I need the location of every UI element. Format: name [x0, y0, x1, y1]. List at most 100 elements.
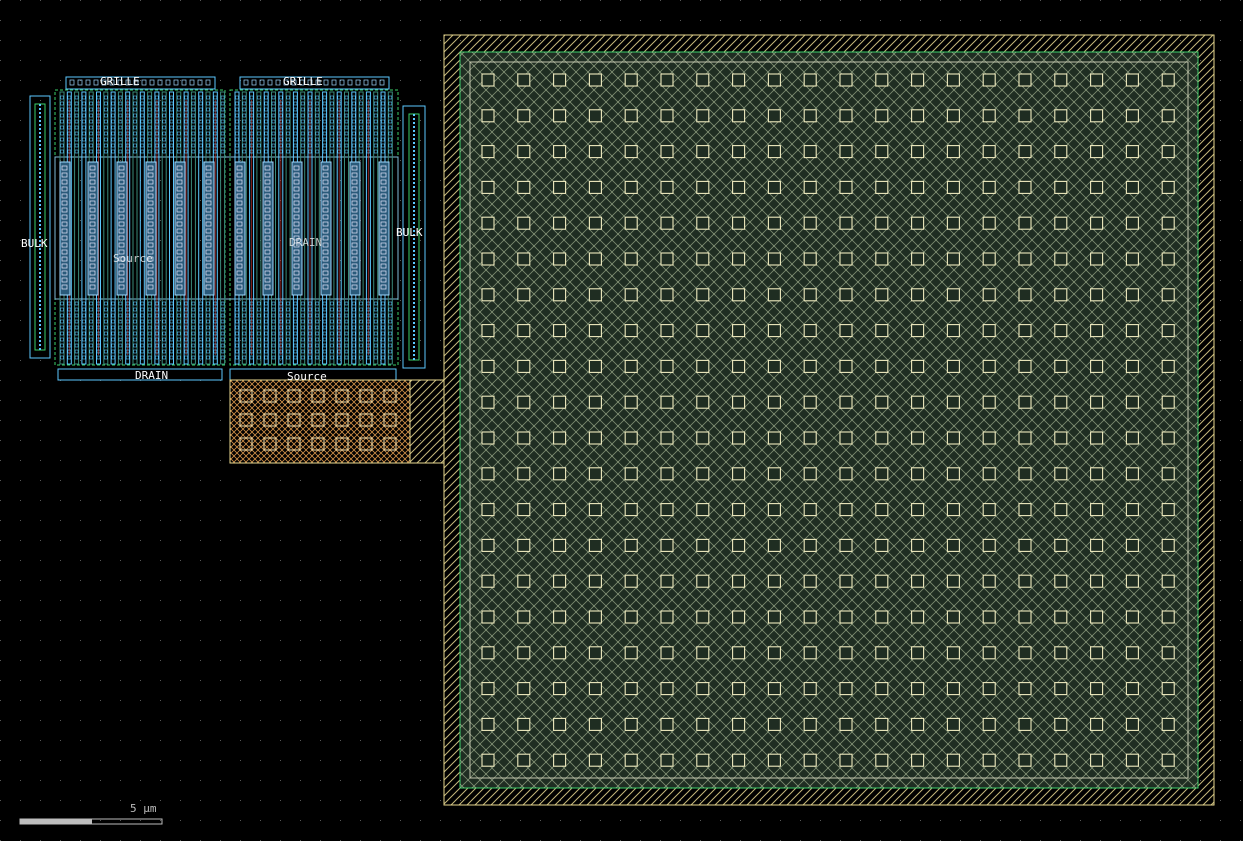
pad-via-icon: [1054, 109, 1068, 123]
pad-via-icon: [732, 646, 746, 660]
pad-via-icon: [839, 73, 853, 87]
pad-via-icon: [517, 538, 531, 552]
pad-via-icon: [875, 73, 889, 87]
pad-via-icon: [982, 324, 996, 338]
pad-via-icon: [696, 216, 710, 230]
pad-via-icon: [517, 646, 531, 660]
pad-via-icon: [481, 109, 495, 123]
pad-via-icon: [588, 216, 602, 230]
pad-via-icon: [1161, 610, 1175, 624]
pad-via-icon: [624, 395, 638, 409]
pad-via-icon: [517, 288, 531, 302]
scale-bar-label: 5 µm: [130, 802, 157, 815]
pad-via-icon: [1161, 180, 1175, 194]
bond-pad[interactable]: [443, 34, 1215, 806]
pad-via-icon: [911, 753, 925, 767]
pad-via-icon: [1054, 216, 1068, 230]
pad-via-icon: [911, 180, 925, 194]
pad-via-icon: [1090, 431, 1104, 445]
pad-via-icon: [946, 610, 960, 624]
pad-via-icon: [1018, 431, 1032, 445]
pad-via-icon: [1054, 324, 1068, 338]
pad-via-icon: [982, 753, 996, 767]
pad-via-icon: [624, 646, 638, 660]
pad-via-icon: [911, 574, 925, 588]
pad-via-icon: [732, 145, 746, 159]
pad-via-icon: [588, 324, 602, 338]
pad-via-icon: [839, 288, 853, 302]
source-label-inner: Source: [113, 252, 153, 265]
pad-via-icon: [911, 145, 925, 159]
pad-via-icon: [696, 682, 710, 696]
pad-via-icon: [1054, 753, 1068, 767]
pad-via-icon: [660, 145, 674, 159]
pad-via-icon: [982, 288, 996, 302]
pad-via-icon: [911, 395, 925, 409]
pad-via-icon: [1054, 467, 1068, 481]
pad-via-icon: [839, 252, 853, 266]
pad-via-icon: [839, 180, 853, 194]
pad-via-icon: [624, 145, 638, 159]
pad-via-icon: [553, 610, 567, 624]
pad-via-icon: [767, 538, 781, 552]
pad-via-icon: [624, 538, 638, 552]
pad-via-icon: [553, 359, 567, 373]
pad-via-icon: [1161, 503, 1175, 517]
pad-via-icon: [517, 359, 531, 373]
pad-via-icon: [732, 216, 746, 230]
pad-via-icon: [732, 503, 746, 517]
pad-via-icon: [1161, 682, 1175, 696]
pad-via-icon: [1090, 682, 1104, 696]
pad-via-icon: [875, 109, 889, 123]
pad-via-icon: [481, 145, 495, 159]
pad-via-icon: [946, 216, 960, 230]
pad-via-icon: [624, 252, 638, 266]
pad-via-icon: [1054, 180, 1068, 194]
pad-via-icon: [660, 538, 674, 552]
pad-via-icon: [1125, 467, 1139, 481]
pad-via-icon: [660, 324, 674, 338]
pad-via-icon: [732, 717, 746, 731]
source-connector-block[interactable]: [229, 379, 411, 464]
pad-via-icon: [624, 431, 638, 445]
drain-label-bottom: DRAIN: [135, 369, 168, 382]
pad-via-icon: [839, 503, 853, 517]
pad-via-icon: [696, 324, 710, 338]
pad-via-icon: [732, 324, 746, 338]
pad-via-icon: [767, 395, 781, 409]
pad-via-icon: [481, 252, 495, 266]
pad-via-icon: [803, 753, 817, 767]
pad-via-icon: [588, 145, 602, 159]
pad-via-icon: [982, 646, 996, 660]
pad-via-icon: [875, 753, 889, 767]
pad-via-icon: [946, 288, 960, 302]
pad-via-icon: [481, 717, 495, 731]
pad-via-icon: [624, 503, 638, 517]
pad-via-icon: [1125, 109, 1139, 123]
pad-connector-strap[interactable]: [409, 379, 445, 464]
pad-via-icon: [1161, 574, 1175, 588]
pad-via-icon: [1161, 216, 1175, 230]
pad-via-icon: [624, 180, 638, 194]
pad-via-icon: [1018, 216, 1032, 230]
pad-via-icon: [839, 753, 853, 767]
pad-via-icon: [767, 359, 781, 373]
pad-via-icon: [1018, 717, 1032, 731]
pad-via-icon: [803, 180, 817, 194]
pad-via-icon: [696, 503, 710, 517]
pad-via-icon: [767, 109, 781, 123]
pad-via-icon: [588, 109, 602, 123]
pad-via-icon: [588, 717, 602, 731]
pad-via-icon: [660, 180, 674, 194]
pad-via-icon: [1090, 145, 1104, 159]
pad-via-icon: [803, 109, 817, 123]
pad-via-icon: [696, 646, 710, 660]
pad-via-icon: [624, 324, 638, 338]
pad-via-icon: [553, 288, 567, 302]
pad-via-icon: [1125, 431, 1139, 445]
pad-via-icon: [1054, 288, 1068, 302]
layout-canvas[interactable]: GRILLE GRILLE BULK BULK Source DRAIN DRA…: [0, 0, 1243, 841]
pad-via-icon: [588, 395, 602, 409]
pad-via-icon: [803, 216, 817, 230]
pad-via-icon: [875, 145, 889, 159]
